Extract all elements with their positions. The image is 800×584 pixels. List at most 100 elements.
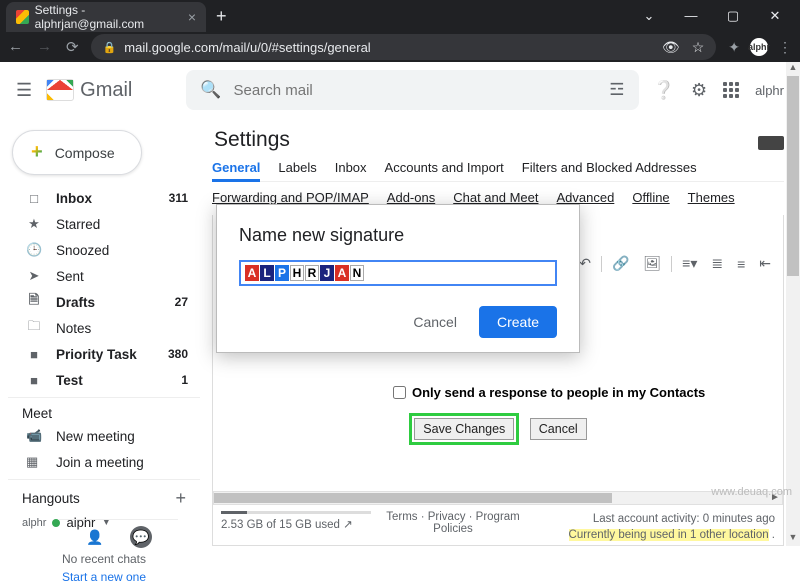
support-icon[interactable]: ❔: [653, 80, 675, 101]
sidebar-item-priority-task[interactable]: ■ Priority Task 380: [8, 341, 200, 367]
gmail-logo[interactable]: Gmail: [46, 79, 132, 102]
no-chats-text: No recent chats: [8, 552, 200, 566]
main-menu-icon[interactable]: ☰: [16, 80, 32, 101]
indent-icon[interactable]: ⇤: [755, 253, 775, 274]
sidebar-item-test[interactable]: ■Test1: [8, 367, 200, 393]
new-hangout-icon[interactable]: +: [175, 488, 186, 509]
tab-labels[interactable]: Labels: [278, 160, 316, 175]
compose-label: Compose: [55, 145, 115, 161]
tab-chat-and-meet[interactable]: Chat and Meet: [453, 190, 538, 205]
compose-button[interactable]: + Compose: [12, 130, 142, 175]
close-tab-icon[interactable]: ×: [188, 9, 196, 25]
signature-char: P: [275, 265, 289, 281]
bullet-list-icon[interactable]: ≡: [733, 254, 749, 274]
search-icon[interactable]: 🔍: [200, 80, 221, 100]
start-new-chat-link[interactable]: Start a new one: [8, 570, 200, 584]
scroll-up-icon[interactable]: ▲: [786, 62, 800, 76]
folder-icon: 🕒: [26, 242, 42, 258]
footer-links[interactable]: Terms · Privacy · Program Policies: [386, 511, 520, 535]
signature-name-input[interactable]: ALPHRJAN: [239, 260, 557, 286]
vscrollbar-thumb[interactable]: [787, 76, 799, 276]
signature-char: L: [260, 265, 274, 281]
tab-add-ons[interactable]: Add-ons: [387, 190, 435, 205]
save-changes-button[interactable]: Save Changes: [414, 418, 514, 440]
horizontal-scrollbar[interactable]: ◄ ►: [213, 491, 783, 505]
settings-gear-icon[interactable]: ⚙: [691, 80, 707, 101]
folder-icon: 🗎: [26, 291, 42, 313]
tab-inbox[interactable]: Inbox: [335, 160, 367, 175]
meet-item-label: New meeting: [56, 429, 135, 444]
scrollbar-thumb[interactable]: [214, 493, 612, 503]
sidebar-item-label: Priority Task: [56, 347, 154, 362]
extensions-icon[interactable]: ✦: [728, 39, 740, 56]
link-icon[interactable]: 🔗: [608, 253, 633, 274]
tab-themes[interactable]: Themes: [688, 190, 735, 205]
hangouts-chat-tab[interactable]: 💬: [130, 526, 152, 548]
sidebar-item-notes[interactable]: 🗀 Notes: [8, 315, 200, 341]
tab-forwarding-and-pop-imap[interactable]: Forwarding and POP/IMAP: [212, 190, 369, 205]
tab-filters-and-blocked-addresses[interactable]: Filters and Blocked Addresses: [522, 160, 697, 175]
back-icon[interactable]: ←: [8, 38, 23, 56]
chevron-down-icon[interactable]: ⌄: [638, 8, 660, 24]
hangouts-person-tab[interactable]: 👤: [84, 526, 106, 548]
eye-icon[interactable]: 👁: [662, 39, 680, 56]
meet-icon: 📹: [26, 428, 42, 444]
dialog-cancel-button[interactable]: Cancel: [399, 306, 471, 338]
sidebar-item-starred[interactable]: ★Starred: [8, 211, 200, 237]
browser-tab[interactable]: Settings - alphrjan@gmail.com ×: [6, 2, 206, 32]
maximize-icon[interactable]: ▢: [722, 8, 744, 24]
sidebar-item-count: 380: [168, 347, 188, 361]
profile-avatar[interactable]: alphr: [750, 38, 768, 56]
search-input[interactable]: [234, 82, 598, 99]
dialog-create-button[interactable]: Create: [479, 306, 557, 338]
sidebar-item-count: 1: [181, 373, 188, 387]
dialog-title: Name new signature: [239, 225, 557, 246]
tab-offline[interactable]: Offline: [632, 190, 669, 205]
star-icon[interactable]: ☆: [692, 39, 705, 56]
hangouts-heading: Hangouts: [22, 491, 80, 506]
new-tab-button[interactable]: +: [216, 6, 227, 27]
storage-link-icon[interactable]: ↗: [343, 519, 353, 531]
signature-char: A: [245, 265, 259, 281]
signature-char: H: [290, 265, 304, 281]
sidebar-item-label: Drafts: [56, 295, 161, 310]
sidebar-item-drafts[interactable]: 🗎Drafts27: [8, 289, 200, 315]
search-options-icon[interactable]: ☲: [609, 80, 624, 100]
address-bar[interactable]: 🔒 mail.google.com/mail/u/0/#settings/gen…: [91, 34, 717, 60]
activity-warning: Currently being used in 1 other location: [569, 529, 769, 541]
highlight-frame: Save Changes: [409, 413, 519, 445]
align-icon[interactable]: ≡▾: [678, 253, 701, 274]
tab-accounts-and-import[interactable]: Accounts and Import: [385, 160, 504, 175]
contacts-only-checkbox[interactable]: [393, 386, 406, 399]
sidebar-item-label: Notes: [56, 321, 174, 336]
settings-cancel-button[interactable]: Cancel: [530, 418, 587, 440]
numbered-list-icon[interactable]: ≣: [707, 253, 727, 274]
account-label[interactable]: alphr: [755, 83, 784, 98]
browser-menu-icon[interactable]: ⋮: [778, 39, 792, 56]
scroll-down-icon[interactable]: ▼: [786, 532, 800, 546]
language-selector[interactable]: [758, 136, 784, 150]
meet-new-meeting[interactable]: 📹 New meeting: [8, 423, 200, 449]
close-window-icon[interactable]: ✕: [764, 8, 786, 24]
sidebar-item-sent[interactable]: ➤Sent: [8, 263, 200, 289]
search-box[interactable]: 🔍 ☲: [186, 70, 638, 110]
signature-char: J: [320, 265, 334, 281]
sidebar-item-inbox[interactable]: □Inbox311: [8, 185, 200, 211]
minimize-icon[interactable]: —: [680, 8, 702, 24]
vertical-scrollbar[interactable]: ▲ ▼: [786, 62, 800, 546]
gmail-favicon: [16, 10, 29, 24]
signature-char: R: [305, 265, 319, 281]
sidebar-item-label: Sent: [56, 269, 174, 284]
meet-join-a-meeting[interactable]: ▦Join a meeting: [8, 449, 200, 475]
editor-toolbar: ↶ 🔗 🖼 ≡▾ ≣ ≡ ⇤: [575, 253, 775, 274]
user-avatar-small: alphr: [22, 517, 46, 529]
sidebar-item-snoozed[interactable]: 🕒Snoozed: [8, 237, 200, 263]
folder-icon: 🗀: [26, 317, 42, 339]
google-apps-icon[interactable]: [723, 82, 739, 98]
folder-icon: ■: [26, 347, 42, 362]
image-icon[interactable]: 🖼: [639, 253, 665, 274]
folder-icon: ★: [26, 216, 42, 232]
reload-icon[interactable]: ⟳: [66, 38, 79, 56]
tab-advanced[interactable]: Advanced: [557, 190, 615, 205]
tab-general[interactable]: General: [212, 160, 260, 182]
